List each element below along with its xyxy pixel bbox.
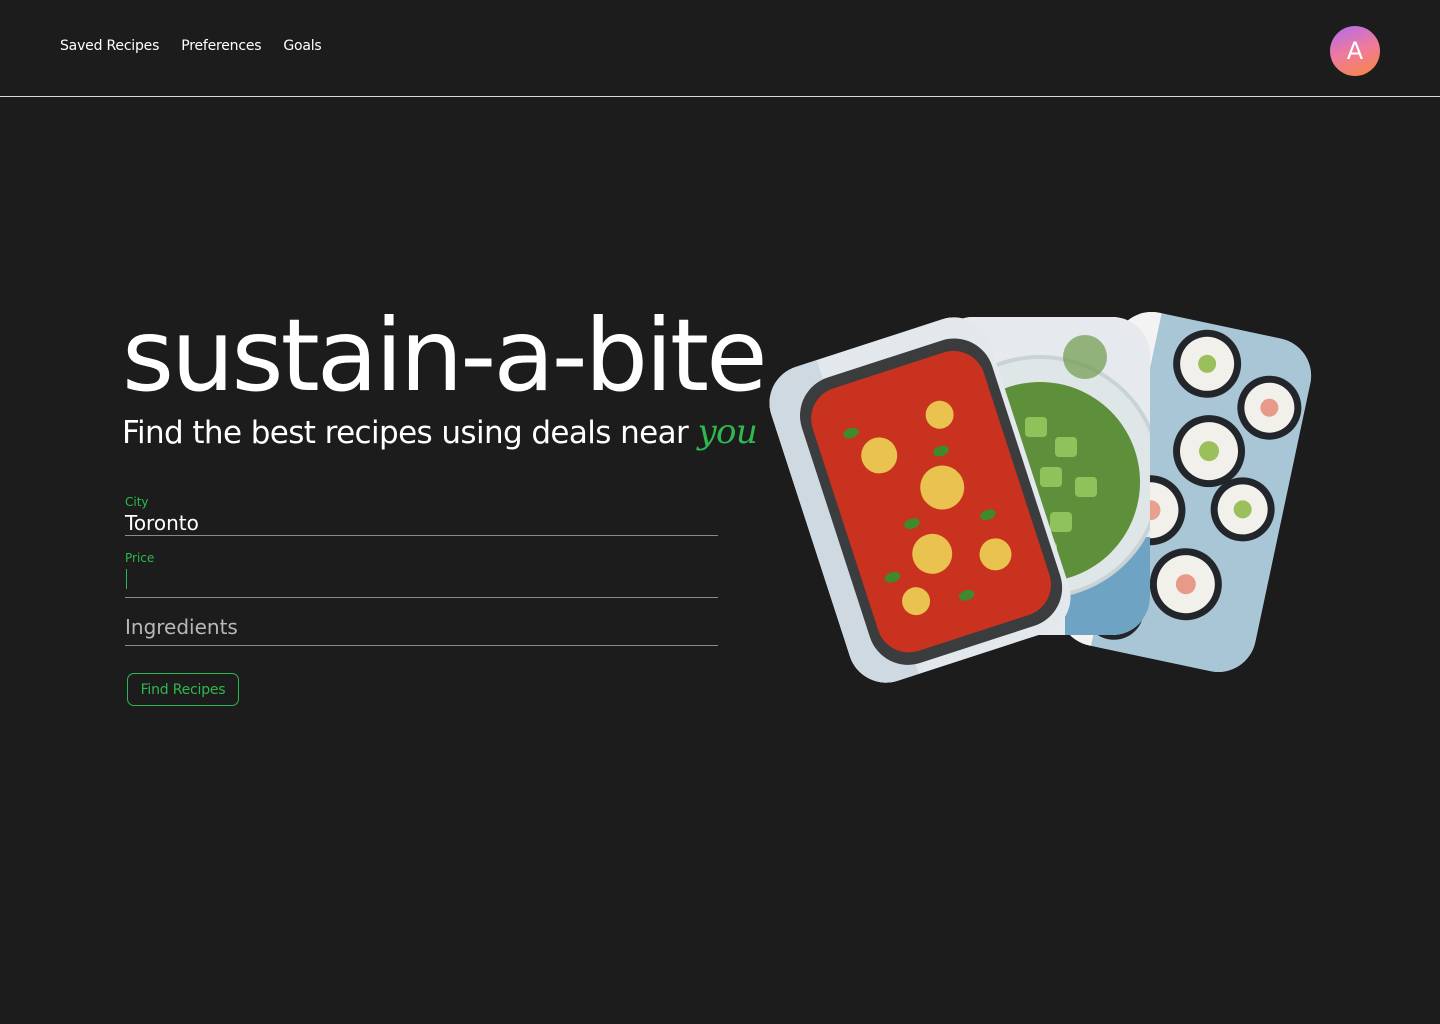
nav-goals[interactable]: Goals xyxy=(283,38,321,54)
price-field[interactable]: Price xyxy=(125,551,718,598)
nav-saved-recipes[interactable]: Saved Recipes xyxy=(60,38,159,54)
city-label: City xyxy=(125,495,149,509)
ingredients-field[interactable]: Ingredients xyxy=(125,615,718,646)
tagline-text: Find the best recipes using deals near xyxy=(122,415,689,451)
ingredients-underline xyxy=(125,645,718,646)
city-field[interactable]: City Toronto xyxy=(125,495,718,536)
nav-preferences[interactable]: Preferences xyxy=(181,38,261,54)
city-underline xyxy=(125,535,718,536)
city-input[interactable]: Toronto xyxy=(125,511,718,537)
tagline-accent: you xyxy=(697,412,758,452)
ingredients-input[interactable]: Ingredients xyxy=(125,615,718,641)
price-label: Price xyxy=(125,551,155,565)
price-input-caret[interactable] xyxy=(126,569,127,589)
main-nav: Saved Recipes Preferences Goals xyxy=(60,38,322,54)
price-underline xyxy=(125,597,718,598)
top-navigation-bar: Saved Recipes Preferences Goals A xyxy=(0,0,1440,96)
tagline: Find the best recipes using deals near y… xyxy=(122,412,758,452)
header-divider xyxy=(0,96,1440,97)
user-avatar[interactable]: A xyxy=(1330,26,1380,76)
find-recipes-button[interactable]: Find Recipes xyxy=(127,673,239,706)
app-title: sustain-a-bite xyxy=(122,297,768,414)
